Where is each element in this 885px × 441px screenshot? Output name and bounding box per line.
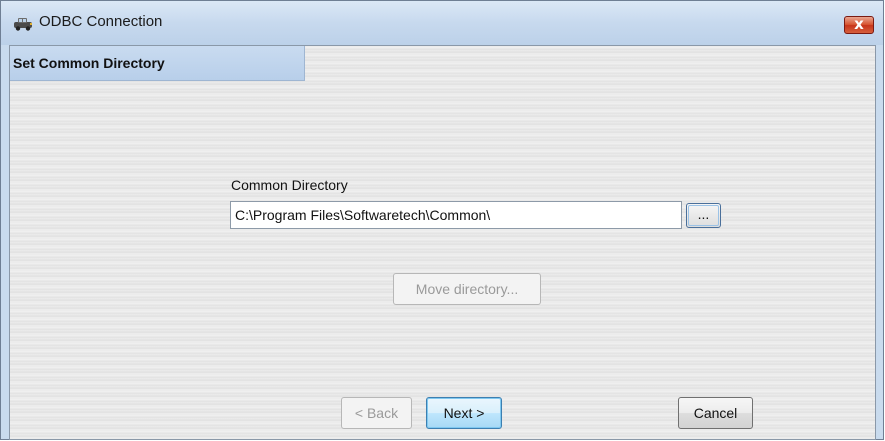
title-bar[interactable]: ODBC Connection x — [1, 1, 883, 45]
common-directory-input[interactable] — [230, 201, 682, 229]
next-button[interactable]: Next > — [426, 397, 502, 429]
close-icon: x — [854, 15, 864, 33]
cancel-button[interactable]: Cancel — [678, 397, 753, 429]
back-button[interactable]: < Back — [341, 397, 412, 429]
move-directory-button[interactable]: Move directory... — [393, 273, 541, 305]
close-button[interactable]: x — [844, 15, 874, 34]
window-title: ODBC Connection — [39, 13, 163, 30]
page-header: Set Common Directory — [10, 46, 305, 81]
browse-button[interactable]: ... — [686, 203, 721, 228]
common-directory-label: Common Directory — [231, 177, 348, 193]
odbc-car-icon — [14, 18, 32, 31]
page-title: Set Common Directory — [13, 55, 165, 71]
odbc-connection-dialog: ODBC Connection x Set Common Directory C… — [0, 0, 884, 440]
dialog-body: Set Common Directory Common Directory ..… — [9, 45, 876, 440]
browse-button-label: ... — [697, 206, 710, 222]
